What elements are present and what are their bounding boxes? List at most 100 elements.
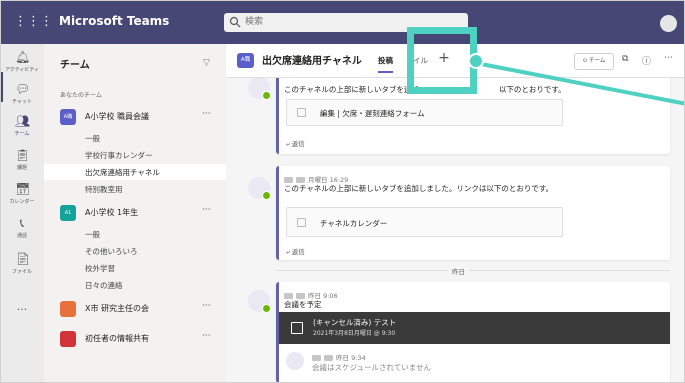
team-avatar: A職 [60,109,76,125]
sender-avatar[interactable] [248,77,271,100]
post-accent [276,166,279,260]
tab-posts[interactable]: 投稿 [378,55,393,73]
presence-icon [262,304,271,313]
search-icon [229,16,241,28]
form-icon [297,108,306,117]
presence-icon [262,191,271,200]
calendar-icon [297,218,306,227]
post-text: 会議を予定 [284,300,322,309]
files-icon: 📄︎ [15,252,31,266]
rail-item-label: 通話 [16,233,27,239]
team-more-icon[interactable]: ··· [202,331,211,341]
reply-button[interactable]: ⤶ 返信 [286,246,305,257]
channel-label: 日々の連絡 [85,281,123,290]
sender-avatar[interactable] [248,290,271,313]
tab-card-label: チャネルカレンダー [320,219,388,228]
team-row[interactable]: X市 研究主任の会 ··· [44,298,226,320]
rail-item-label: ファイル [11,269,32,275]
tab-card-label: 編集 | 欠席・遅刻連絡フォーム [320,109,425,118]
channel-label: 学校行事カレンダー [85,151,153,160]
rail-item-label: 課題 [16,165,27,171]
rail-more-button[interactable]: ... [0,300,44,313]
channel-item[interactable]: 学校行事カレンダー [44,147,226,163]
sender-line: 昨日 9:34 [312,352,366,362]
rail-item-calendar[interactable]: 📅︎ カレンダー [0,182,44,216]
tab-card[interactable]: チャネルカレンダー [286,207,563,237]
rail-item-label: チャット [12,99,32,105]
rail-item-chat[interactable]: 💬︎ チャット [0,82,44,116]
team-row[interactable]: A職 A小学校 職員会議 ··· [44,106,226,128]
channel-label: 一般 [85,230,100,239]
meeting-title: (キャンセル済み) テスト [313,318,397,327]
calendar-icon: 📅︎ [15,182,31,196]
meeting-icon [291,322,303,334]
bell-icon: 🔔︎ [15,50,31,64]
team-name: A小学校 職員会議 [85,112,150,121]
teams-icon: 👥︎ [15,114,31,128]
team-more-icon[interactable]: ··· [202,301,211,311]
team-more-icon[interactable]: ··· [202,205,211,215]
rail-item-files[interactable]: 📄︎ ファイル [0,252,44,286]
team-row[interactable]: 初任者の情報共有 ··· [44,328,226,350]
sidebar-title: チーム [60,60,90,71]
channel-title: 出欠席連絡用チャネル [262,56,362,67]
channel-label: 出欠席連絡用チャネル [85,168,160,177]
channel-item[interactable]: 出欠席連絡用チャネル [44,164,226,180]
post-accent [276,74,279,154]
waffle-icon[interactable]: ⋮⋮⋮ [14,12,53,32]
rail-item-label: カレンダー [9,199,35,205]
video-icon[interactable]: ⧉ [622,54,628,64]
conversation-area: このチャネルの上部に新しいタブを追加 以下のとおりです。 編集 | 欠席・遅刻連絡… [226,44,685,383]
channel-item[interactable]: 特別教室用 [44,181,226,197]
rail-item-teams[interactable]: 👥︎ チーム [0,114,44,148]
team-more-icon[interactable]: ··· [202,109,211,119]
team-name: 初任者の情報共有 [85,334,149,343]
meeting-card[interactable]: (キャンセル済み) テスト 2021年3月8日月曜日 @ 9:30 [279,312,670,344]
assignments-icon: 📋︎ [15,148,31,162]
rail-item-label: チーム [14,131,30,137]
reply-button[interactable]: ⤶ 返信 [286,138,305,149]
channel-label: 校外学習 [85,264,115,273]
post-text: 会議はスケジュールされていません [312,363,432,372]
tab-card[interactable]: 編集 | 欠席・遅刻連絡フォーム [286,99,563,126]
rail-item-assignments[interactable]: 📋︎ 課題 [0,148,44,182]
info-icon[interactable]: ⓘ [642,54,651,67]
date-divider-line [276,270,670,271]
team-row[interactable]: A1 A小学校 1年生 ··· [44,202,226,224]
chat-icon: 💬︎ [15,82,31,96]
user-avatar[interactable] [660,15,677,32]
channel-item[interactable]: 校外学習 [44,260,226,276]
call-icon: 📞︎ [19,216,25,230]
filter-icon[interactable]: ▽ [203,58,210,68]
channel-item[interactable]: 一般 [44,226,226,242]
date-divider: 昨日 [448,266,469,276]
more-icon[interactable]: ⋯ [664,53,673,63]
presence-icon [262,91,271,100]
post-card[interactable]: 月曜日 16:29 このチャネルの上部に新しいタブを追加しました。リンクは以下の… [276,166,670,260]
section-label: あなたのチーム [60,92,102,99]
post-text: このチャネルの上部に新しいタブを追加しました。リンクは以下のとおりです。 [284,184,554,193]
rail-item-label: アクティビティ [4,67,40,73]
post-card[interactable]: 昨日 9:06 会議を予定 (キャンセル済み) テスト 2021年3月8日月曜日… [276,282,670,383]
app-title: Microsoft Teams [59,14,170,28]
channel-label: その他いろいろ [85,247,138,256]
channel-label: 特別教室用 [85,185,123,194]
team-button[interactable]: ⊙ チーム [574,53,614,70]
team-name: A小学校 1年生 [85,208,139,217]
rail-item-bell[interactable]: 🔔︎ アクティビティ [0,50,44,84]
channel-team-badge: A職 [237,53,254,68]
meeting-date: 2021年3月8日月曜日 @ 9:30 [313,330,396,337]
highlight-box [407,27,477,94]
sender-avatar[interactable] [248,177,271,200]
team-avatar [60,301,76,317]
team-avatar [60,331,76,347]
team-name: X市 研究主任の会 [85,304,150,313]
sender-avatar[interactable] [286,352,304,370]
channel-item[interactable]: 日々の連絡 [44,277,226,293]
channel-list: チーム ▽ あなたのチーム A職 A小学校 職員会議 ··· 一般 学校行事カレンダー出… [44,44,226,383]
channel-label: 一般 [85,134,100,143]
channel-item[interactable]: 一般 [44,130,226,146]
rail-item-call[interactable]: 📞︎ 通話 [0,216,44,250]
channel-item[interactable]: その他いろいろ [44,243,226,259]
team-avatar: A1 [60,205,76,221]
